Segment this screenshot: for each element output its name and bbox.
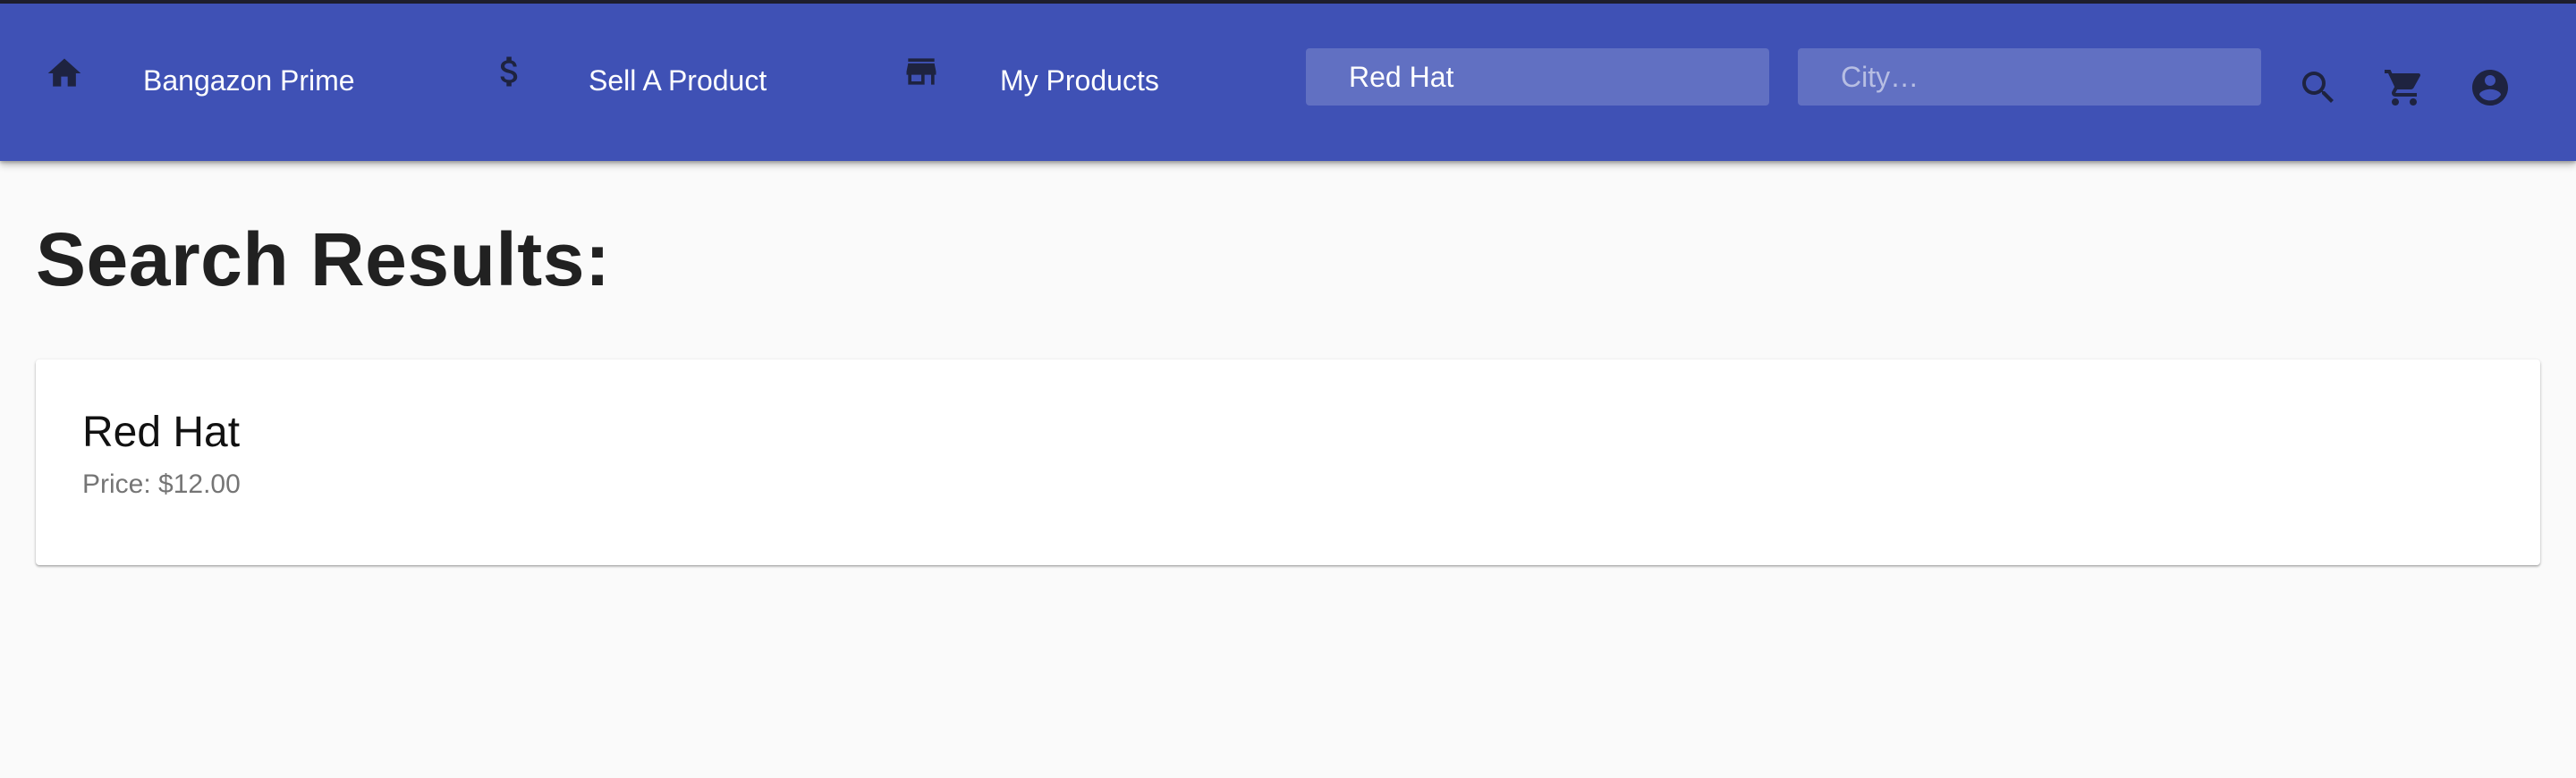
nav-home-link[interactable]: Bangazon Prime — [45, 48, 367, 106]
nav-home-label: Bangazon Prime — [143, 64, 355, 97]
result-product-name[interactable]: Red Hat — [82, 408, 240, 458]
search-icon — [2297, 66, 2340, 109]
cart-button[interactable] — [2383, 66, 2426, 109]
nav-sell-product-link[interactable]: Sell A Product — [490, 48, 794, 106]
nav-sell-product-label: Sell A Product — [589, 64, 767, 97]
search-result-card[interactable]: Red Hat Price: $12.00 — [36, 359, 2540, 565]
search-button[interactable] — [2297, 66, 2340, 109]
nav-my-products-label: My Products — [1000, 64, 1159, 97]
dollar-icon — [490, 52, 530, 91]
nav-my-products-link[interactable]: My Products — [902, 48, 1188, 106]
product-search-input[interactable] — [1306, 48, 1769, 106]
city-search-input[interactable] — [1798, 48, 2261, 106]
cart-icon — [2383, 66, 2426, 109]
account-button[interactable] — [2469, 66, 2512, 109]
home-icon — [45, 54, 84, 93]
app-bar: Bangazon Prime Sell A Product My Product… — [0, 4, 2576, 161]
account-circle-icon — [2469, 66, 2512, 109]
store-icon — [902, 52, 941, 91]
result-product-price: Price: $12.00 — [82, 469, 241, 499]
page-title: Search Results: — [36, 217, 611, 301]
